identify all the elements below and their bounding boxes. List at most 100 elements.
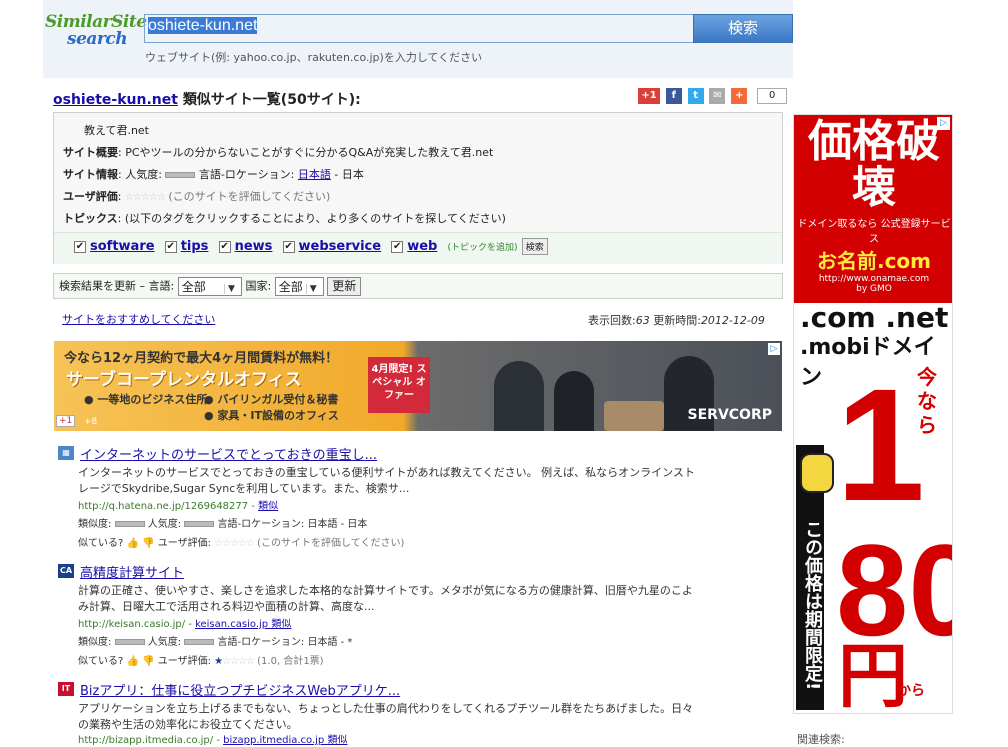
topics-label: トピックス: [63, 212, 118, 225]
add-topic-link[interactable]: (トピックを追加): [448, 243, 518, 253]
result-title[interactable]: 高精度計算サイト: [80, 562, 184, 581]
hand-icon: [800, 453, 834, 493]
result-title[interactable]: インターネットのサービスでとっておきの重宝し...: [80, 444, 377, 463]
adchoices-icon[interactable]: ▷: [937, 117, 950, 130]
result-title[interactable]: Bizアプリ：仕事に役立つプチビジネスWebアプリケ...: [80, 680, 400, 699]
result-domain-link[interactable]: bizapp.itmedia.co.jp 類似: [223, 735, 347, 746]
logo-line2: search: [67, 29, 128, 49]
result-url: http://keisan.casio.jp/: [78, 619, 186, 630]
thumbs-down-icon[interactable]: 👎: [142, 538, 154, 549]
result-url-row: http://keisan.casio.jp/ - keisan.casio.j…: [78, 619, 292, 630]
banner-line2: サーブコープレンタルオフィス: [66, 370, 302, 390]
overview-row: サイト概要: PCやツールの分からないことがすぐに分かるQ&Aが充実した教えて君…: [63, 144, 493, 160]
gplus-label: +1: [641, 90, 657, 101]
share-count: 0: [757, 88, 788, 104]
tag-software[interactable]: software: [90, 239, 155, 254]
siteinfo-row: サイト情報: 人気度: 言語-ロケーション: 日本語 - 日本: [63, 166, 364, 182]
banner-brand: SERVCORP: [687, 407, 772, 423]
result-url-row: http://bizapp.itmedia.co.jp/ - bizapp.it…: [78, 735, 348, 746]
tag-checkbox[interactable]: ✔: [218, 240, 231, 253]
similarity-label: 類似度:: [78, 637, 112, 648]
similarity-label: 類似度:: [78, 519, 112, 530]
result-rating: 似ている? 👍 👎 ユーザ評価: ★☆☆☆☆ (1.0, 合計1票): [78, 652, 324, 667]
thumbs-up-icon[interactable]: 👍: [127, 538, 139, 549]
updated-date: 2012-12-09: [700, 314, 765, 327]
rating-stars[interactable]: ☆☆☆☆☆: [214, 538, 255, 549]
banner-ad[interactable]: 今なら12ヶ月契約で最大4ヶ月間賃料が無料！ サーブコープレンタルオフィス ● …: [54, 341, 782, 431]
result-rating: 似ている? 👍 👎 ユーザ評価: ☆☆☆☆☆ (このサイトを評価してください): [78, 534, 404, 549]
side-ad[interactable]: 価格破壊 ドメイン取るなら 公式登録サービス お名前.com http://ww…: [793, 114, 953, 714]
rating-text[interactable]: (このサイトを評価してください): [257, 538, 404, 549]
recommend-site-link[interactable]: サイトをおすすめしてください: [62, 311, 215, 327]
language-select[interactable]: 全部 ▼: [177, 277, 242, 296]
result-item: CA 高精度計算サイト 計算の正確さ、使いやすさ、楽しさを追求した本格的な計算サ…: [58, 562, 708, 672]
topic-search-button[interactable]: 検索: [521, 238, 548, 255]
side-ad-number1: 1: [836, 355, 925, 534]
result-snippet: アプリケーションを立ち上げるまでもない、ちょっとした仕事の肩代わりをしてくれるプ…: [78, 702, 694, 731]
banner-plus8: +8: [84, 417, 98, 427]
popularity-bar: [184, 521, 215, 527]
addthis-icon[interactable]: +: [731, 88, 748, 104]
banner-feature2: ● バイリンガル受付＆秘書 ● 家具・IT設備のオフィス: [204, 393, 339, 422]
tag-web[interactable]: web: [407, 239, 437, 254]
tag-webservice[interactable]: webservice: [299, 239, 382, 254]
update-button[interactable]: 更新: [327, 277, 362, 296]
country-label: 国家:: [245, 279, 272, 293]
casio-favicon-icon: CA: [58, 564, 74, 578]
lang-link[interactable]: 日本語: [298, 168, 331, 181]
filter-label: 検索結果を更新 – 言語:: [59, 279, 175, 293]
banner-photo: [454, 341, 714, 431]
rating-row: ユーザ評価: ☆☆☆☆☆ (このサイトを評価してください): [63, 190, 331, 203]
search-button[interactable]: 検索: [693, 14, 793, 43]
topics-text: : (以下のタグをクリックすることにより、より多くのサイトを探してください): [117, 212, 506, 225]
tag-checkbox[interactable]: ✔: [282, 240, 295, 253]
itmedia-favicon-icon: IT: [58, 682, 74, 696]
search-input[interactable]: oshiete-kun.net: [144, 14, 694, 43]
banner-feature1-text: 一等地のビジネス住所: [97, 393, 208, 406]
tag-checkbox[interactable]: ✔: [391, 240, 404, 253]
language-select-value: 全部: [181, 280, 206, 294]
banner-gplus[interactable]: +1: [56, 415, 76, 427]
rating-stars[interactable]: ☆☆☆☆☆: [125, 192, 166, 203]
views-label: 表示回数:: [588, 314, 636, 327]
site-logo[interactable]: SimilarSite search: [45, 14, 147, 49]
share-bar: +1 f t ✉ + 0: [638, 88, 788, 105]
popularity-label: 人気度:: [147, 637, 182, 648]
country-select[interactable]: 全部 ▼: [274, 277, 324, 296]
popularity-bar: [165, 172, 196, 178]
rating-label: ユーザ評価: [63, 190, 118, 203]
thumbs-down-icon[interactable]: 👎: [142, 656, 154, 667]
tag-news[interactable]: news: [235, 239, 273, 254]
person-shape: [494, 361, 544, 431]
tag-checkbox[interactable]: ✔: [74, 240, 86, 253]
site-link[interactable]: oshiete-kun.net: [53, 92, 178, 108]
result-stats: 類似度: 人気度: 言語-ロケーション: 日本語 - *: [78, 633, 352, 648]
country-select-value: 全部: [278, 280, 303, 294]
side-ad-kara: から: [897, 683, 925, 699]
tag-tips[interactable]: tips: [181, 239, 209, 254]
lang-label: 言語-ロケーション:: [198, 168, 295, 181]
result-url: http://bizapp.itmedia.co.jp/: [78, 735, 214, 746]
tag-checkbox[interactable]: ✔: [164, 240, 177, 253]
similar-question: 似ている?: [78, 538, 124, 549]
result-url: http://q.hatena.ne.jp/1269648277: [78, 501, 249, 512]
banner-feature1: ● 一等地のビジネス住所: [84, 393, 208, 406]
rating-text[interactable]: (このサイトを評価してください): [168, 190, 330, 203]
updated-label: 更新時間:: [653, 314, 701, 327]
twitter-icon[interactable]: t: [687, 88, 704, 104]
result-snippet: 計算の正確さ、使いやすさ、楽しさを追求した本格的な計算サイトです。メタボが気にな…: [78, 584, 693, 613]
thumbs-up-icon[interactable]: 👍: [127, 656, 139, 667]
email-icon[interactable]: ✉: [709, 88, 726, 104]
result-item: ▦ インターネットのサービスでとっておきの重宝し... インターネットのサービス…: [58, 444, 708, 554]
result-url-row: http://q.hatena.ne.jp/1269648277 - 類似: [78, 501, 279, 512]
similar-question: 似ている?: [78, 656, 124, 667]
adchoices-icon[interactable]: ▷: [768, 343, 780, 355]
google-plus-icon[interactable]: +1: [638, 88, 660, 104]
rating-stars[interactable]: ★☆☆☆☆: [214, 656, 255, 667]
side-ad-url: http://www.onamae.com: [818, 274, 930, 284]
rating-label: ユーザ評価:: [157, 656, 211, 667]
side-ad-domains1: .com .net: [800, 301, 949, 334]
facebook-icon[interactable]: f: [665, 88, 682, 104]
result-domain-link[interactable]: keisan.casio.jp 類似: [195, 619, 291, 630]
result-similar-link[interactable]: 類似: [258, 501, 278, 512]
